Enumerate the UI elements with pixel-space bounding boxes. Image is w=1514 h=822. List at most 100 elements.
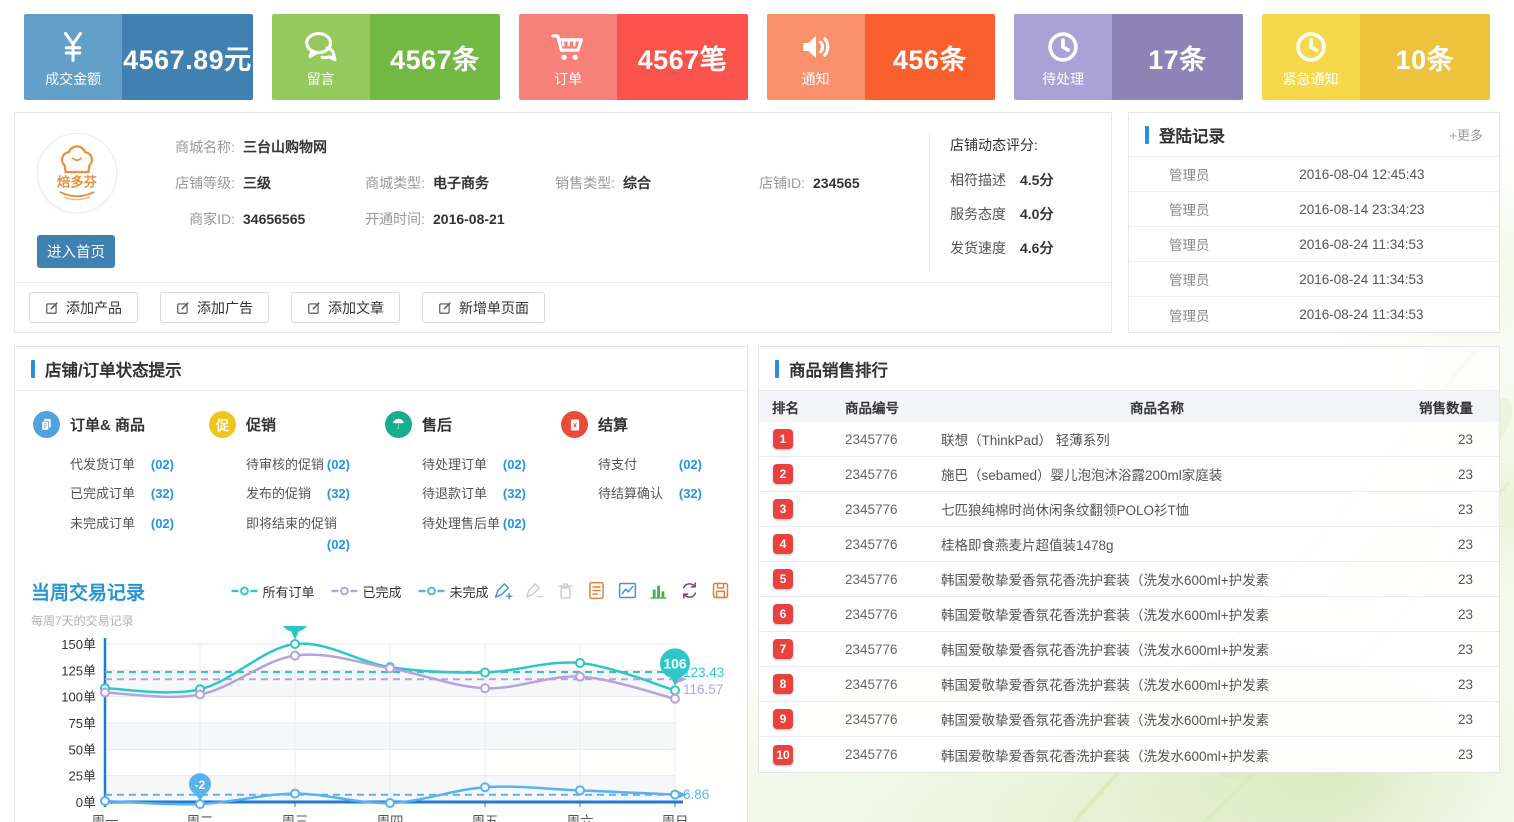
legend-item-未完成[interactable]: 未完成: [419, 582, 489, 601]
edit-icon: [45, 301, 59, 315]
login-records-list: 管理员2016-08-04 12:45:43管理员2016-08-14 23:3…: [1129, 157, 1499, 332]
stat-cards-row: 成交金额4567.89元留言4567条订单4567笔通知456条待处理17条紧急…: [0, 0, 1514, 100]
stat-card-留言[interactable]: 留言4567条: [272, 14, 501, 100]
field-mall-name: 商城名称:三台山购物网: [155, 137, 327, 157]
enter-home-button[interactable]: 进入首页: [37, 235, 115, 268]
sales-table-row[interactable]: 12345776联想（ThinkPad） 轻薄系列23: [759, 422, 1499, 457]
edit-add-icon[interactable]: [492, 580, 514, 602]
sales-table-row[interactable]: 32345776七匹狼纯棉时尚休闲条纹翻领POLO衫T恤23: [759, 492, 1499, 527]
more-link[interactable]: +更多: [1449, 125, 1483, 144]
status-item-代发货订单[interactable]: 代发货订单(02): [70, 454, 174, 475]
stat-card-left: 留言: [272, 14, 370, 100]
svg-text:100单: 100单: [61, 689, 96, 704]
stat-card-left: 待处理: [1014, 14, 1112, 100]
login-user: 管理员: [1129, 234, 1299, 254]
chart-subtitle: 每周7天的交易记录: [31, 612, 731, 629]
status-item-count[interactable]: (02): [151, 513, 174, 534]
status-item-count[interactable]: (32): [327, 483, 350, 504]
report-icon[interactable]: [585, 580, 607, 602]
status-item-已完成订单[interactable]: 已完成订单(32): [70, 483, 174, 504]
line-chart-icon[interactable]: [616, 580, 638, 602]
status-panel-title: 店铺/订单状态提示: [45, 357, 182, 381]
clock-icon: [1045, 26, 1081, 68]
status-item-count[interactable]: (32): [679, 483, 702, 504]
product-name: 七匹狼纯棉时尚休闲条纹翻领POLO衫T恤: [935, 499, 1379, 519]
status-item-count[interactable]: (02): [503, 454, 526, 475]
status-item-待审核的促销[interactable]: 待审核的促销(02): [246, 454, 350, 475]
status-item-count[interactable]: (02): [679, 454, 702, 475]
add-product-button[interactable]: 添加产品: [29, 292, 138, 323]
login-user: 管理员: [1129, 305, 1299, 325]
status-item-count[interactable]: (02): [327, 454, 350, 475]
sales-table-row[interactable]: 22345776施巴（sebamed）婴儿泡泡沐浴露200ml家庭装23: [759, 457, 1499, 492]
status-item-count[interactable]: (32): [151, 483, 174, 504]
stat-card-通知[interactable]: 通知456条: [767, 14, 996, 100]
product-name: 韩国爱敬挚爱香氛花香洗护套装（洗发水600ml+护发素: [935, 604, 1379, 624]
sales-table-row[interactable]: 72345776韩国爱敬挚爱香氛花香洗护套装（洗发水600ml+护发素23: [759, 632, 1499, 667]
status-panel: 店铺/订单状态提示 订单& 商品代发货订单(02)已完成订单(32)未完成订单(…: [14, 346, 748, 822]
svg-text:6.86: 6.86: [683, 787, 709, 802]
status-item-待结算确认[interactable]: 待结算确认(32): [598, 483, 702, 504]
store-rating: 店铺动态评分: 相符描述4.5分 服务态度4.0分 发货速度4.6分: [929, 133, 1107, 272]
sales-table-row[interactable]: 52345776韩国爱敬挚爱香氛花香洗护套装（洗发水600ml+护发素23: [759, 562, 1499, 597]
bar-chart-icon[interactable]: [647, 580, 669, 602]
product-name: 韩国爱敬挚爱香氛花香洗护套装（洗发水600ml+护发素: [935, 745, 1379, 765]
sales-table-row[interactable]: 102345776韩国爱敬挚爱香氛花香洗护套装（洗发水600ml+护发素23: [759, 737, 1499, 772]
field-merchant-id: 商家ID:34656565: [155, 209, 345, 229]
legend-item-已完成[interactable]: 已完成: [331, 582, 401, 601]
login-records-panel: 登陆记录 +更多 管理员2016-08-04 12:45:43管理员2016-0…: [1128, 112, 1500, 333]
stat-card-订单[interactable]: 订单4567笔: [519, 14, 748, 100]
status-section-title: 促销: [246, 414, 276, 435]
sales-table-row[interactable]: 82345776韩国爱敬挚爱香氛花香洗护套装（洗发水600ml+护发素23: [759, 667, 1499, 702]
rating-description: 相符描述4.5分: [950, 170, 1097, 190]
refresh-icon[interactable]: [678, 580, 700, 602]
status-item-count[interactable]: (02): [151, 454, 174, 475]
product-name: 桂格即食燕麦片超值装1478g: [935, 534, 1379, 554]
legend-item-所有订单[interactable]: 所有订单: [231, 582, 314, 601]
yen-icon: [55, 26, 91, 68]
stat-card-成交金额[interactable]: 成交金额4567.89元: [24, 14, 253, 100]
edit-remove-icon[interactable]: [523, 580, 545, 602]
rank-badge: 4: [773, 534, 793, 554]
status-section-结算: ¥结算待支付(02)待结算确认(32): [561, 411, 737, 564]
product-sku: 2345776: [823, 537, 935, 552]
status-item-未完成订单[interactable]: 未完成订单(02): [70, 513, 174, 534]
delete-icon[interactable]: [554, 580, 576, 602]
login-time: 2016-08-24 11:34:53: [1299, 272, 1423, 287]
save-icon[interactable]: [709, 580, 731, 602]
legend-label: 所有订单: [262, 582, 314, 601]
sales-table-row[interactable]: 62345776韩国爱敬挚爱香氛花香洗护套装（洗发水600ml+护发素23: [759, 597, 1499, 632]
login-record-row: 管理员2016-08-24 11:34:53: [1129, 297, 1499, 332]
rank-badge: 7: [773, 639, 793, 659]
stat-card-待处理[interactable]: 待处理17条: [1014, 14, 1243, 100]
login-user: 管理员: [1129, 164, 1299, 184]
status-item-发布的促销[interactable]: 发布的促销(32): [246, 483, 350, 504]
add-article-button[interactable]: 添加文章: [291, 292, 400, 323]
status-item-list: 待审核的促销(02) 发布的促销(32) 即将结束的促销(02): [246, 454, 350, 556]
sales-table-row[interactable]: 92345776韩国爱敬挚爱香氛花香洗护套装（洗发水600ml+护发素23: [759, 702, 1499, 737]
status-item-待支付[interactable]: 待支付(02): [598, 454, 702, 475]
svg-text:125单: 125单: [61, 663, 96, 678]
add-ad-button[interactable]: 添加广告: [160, 292, 269, 323]
status-item-count[interactable]: (32): [503, 483, 526, 504]
sales-table-row[interactable]: 42345776桂格即食燕麦片超值装1478g23: [759, 527, 1499, 562]
status-item-待处理售后单[interactable]: 待处理售后单(02): [422, 513, 526, 534]
promotion-icon: 促: [209, 411, 236, 438]
status-item-待退款订单[interactable]: 待退款订单(32): [422, 483, 526, 504]
stat-card-紧急通知[interactable]: 紧急通知10条: [1262, 14, 1491, 100]
login-record-row: 管理员2016-08-04 12:45:43: [1129, 157, 1499, 192]
field-sale-type: 销售类型:综合: [535, 173, 725, 193]
stat-card-left: 成交金额: [24, 14, 122, 100]
stat-card-label: 订单: [554, 69, 582, 89]
stat-card-label: 留言: [307, 69, 335, 89]
status-item-count[interactable]: (02): [503, 513, 526, 534]
status-item-count[interactable]: (02): [327, 534, 350, 555]
status-item-待处理订单[interactable]: 待处理订单(02): [422, 454, 526, 475]
edit-icon: [307, 301, 321, 315]
status-item-list: 待处理订单(02) 待退款订单(32) 待处理售后单(02): [422, 454, 526, 534]
rank-cell: 5: [759, 569, 823, 589]
add-page-button[interactable]: 新增单页面: [422, 292, 545, 323]
accent-bar: [1145, 126, 1149, 144]
rank-cell: 9: [759, 709, 823, 729]
status-item-即将结束的促销[interactable]: 即将结束的促销(02): [246, 513, 350, 556]
